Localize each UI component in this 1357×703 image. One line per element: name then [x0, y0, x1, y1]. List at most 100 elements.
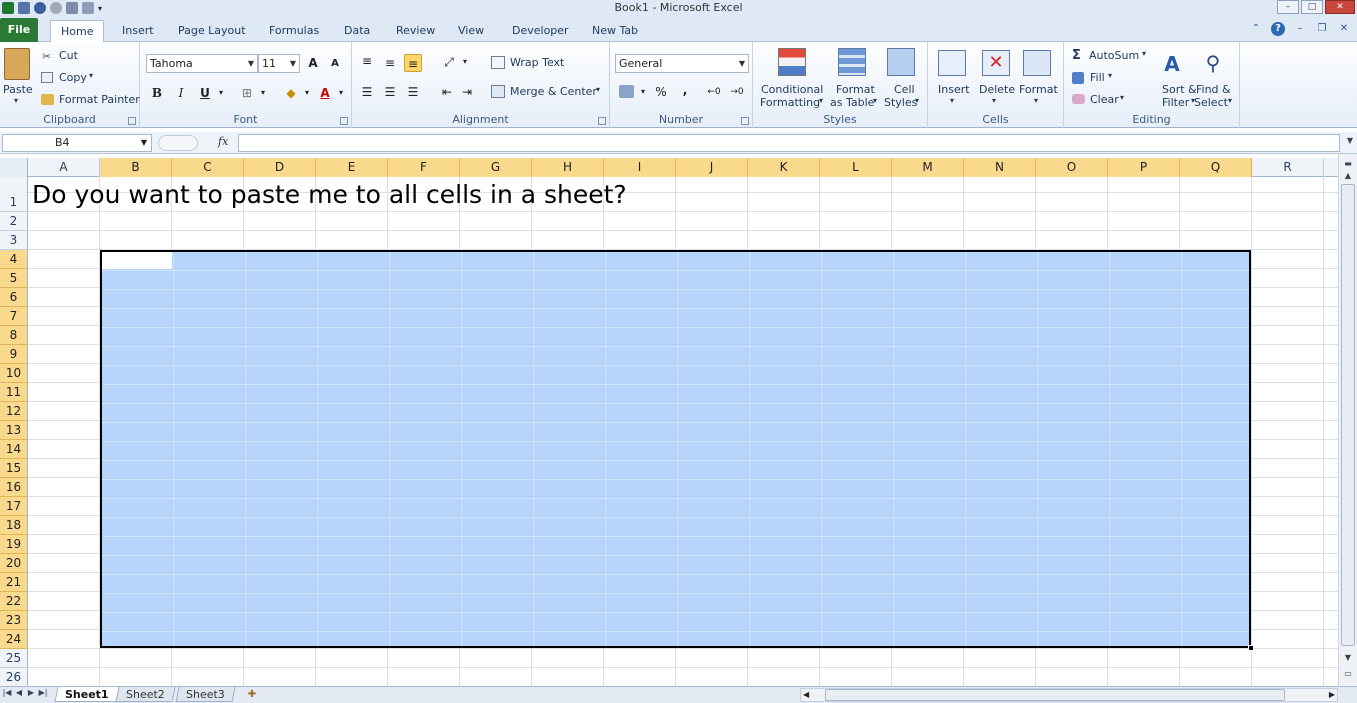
font-size-combo[interactable]: 11 ▼: [258, 54, 300, 73]
workbook-restore-icon[interactable]: ❐: [1315, 22, 1329, 36]
paste-icon[interactable]: [4, 48, 30, 80]
delete-cells-icon[interactable]: ✕: [982, 50, 1010, 76]
tab-home[interactable]: Home: [50, 20, 105, 43]
insert-function-button[interactable]: fx: [218, 135, 228, 148]
column-header-h[interactable]: H: [532, 158, 604, 177]
insert-chevron-icon[interactable]: ▾: [950, 96, 954, 105]
comma-style-button[interactable]: ,: [676, 81, 694, 99]
fill-color-chevron-icon[interactable]: ▾: [298, 84, 316, 102]
format-as-table-label-2[interactable]: as Table: [830, 96, 874, 109]
tab-new-tab[interactable]: New Tab: [582, 20, 648, 42]
first-sheet-icon[interactable]: |◀: [2, 688, 12, 697]
column-header-a[interactable]: A: [28, 158, 100, 177]
workbook-minimize-icon[interactable]: –: [1293, 22, 1307, 36]
sort-filter-icon[interactable]: A: [1158, 50, 1186, 78]
insert-cells-button[interactable]: Insert: [938, 83, 970, 96]
conditional-formatting-chevron-icon[interactable]: ▾: [819, 96, 823, 105]
format-as-table-icon[interactable]: [838, 48, 866, 76]
minimize-button[interactable]: –: [1277, 0, 1299, 14]
minimize-ribbon-icon[interactable]: ⌃: [1249, 22, 1263, 36]
column-header-d[interactable]: D: [244, 158, 316, 177]
column-header-g[interactable]: G: [460, 158, 532, 177]
row-header-18[interactable]: 18: [0, 516, 28, 535]
borders-chevron-icon[interactable]: ▾: [254, 84, 272, 102]
italic-button[interactable]: I: [172, 84, 190, 102]
row-header-22[interactable]: 22: [0, 592, 28, 611]
view-toggle-icon[interactable]: ▭: [1340, 666, 1356, 682]
row-header-15[interactable]: 15: [0, 459, 28, 478]
cell-styles-icon[interactable]: [887, 48, 915, 76]
format-painter-icon[interactable]: [41, 94, 54, 105]
column-header-k[interactable]: K: [748, 158, 820, 177]
tab-developer[interactable]: Developer: [502, 20, 579, 42]
align-bottom-icon[interactable]: ≡: [404, 54, 422, 72]
align-left-icon[interactable]: ☰: [358, 83, 376, 101]
row-header-23[interactable]: 23: [0, 611, 28, 630]
paste-chevron-icon[interactable]: ▾: [14, 96, 18, 105]
column-header-m[interactable]: M: [892, 158, 964, 177]
merge-chevron-icon[interactable]: ▾: [596, 85, 600, 94]
row-header-21[interactable]: 21: [0, 573, 28, 592]
cell-a1-text[interactable]: Do you want to paste me to all cells in …: [32, 181, 627, 209]
next-sheet-icon[interactable]: ▶: [26, 688, 36, 697]
fill-icon[interactable]: [1072, 72, 1084, 84]
font-name-combo[interactable]: Tahoma ▼: [146, 54, 258, 73]
autosum-icon[interactable]: Σ: [1072, 48, 1081, 63]
horizontal-scroll-thumb[interactable]: [825, 689, 1285, 701]
tab-file[interactable]: File: [0, 18, 38, 42]
fill-button[interactable]: Fill: [1090, 71, 1105, 84]
row-header-13[interactable]: 13: [0, 421, 28, 440]
decrease-indent-icon[interactable]: ⇤: [438, 83, 456, 101]
fill-handle[interactable]: [1248, 645, 1254, 651]
name-box[interactable]: B4 ▼: [2, 134, 152, 152]
font-color-chevron-icon[interactable]: ▾: [332, 84, 350, 102]
align-middle-icon[interactable]: ≡: [381, 54, 399, 72]
currency-chevron-icon[interactable]: ▾: [634, 83, 652, 101]
row-header-3[interactable]: 3: [0, 231, 28, 250]
sheet-tab-1[interactable]: Sheet1: [54, 687, 120, 702]
tab-insert[interactable]: Insert: [112, 20, 164, 42]
column-header-b[interactable]: B: [100, 158, 172, 177]
column-header-r[interactable]: R: [1252, 158, 1324, 177]
clear-button[interactable]: Clear: [1090, 93, 1119, 106]
row-header-16[interactable]: 16: [0, 478, 28, 497]
copy-chevron-icon[interactable]: ▾: [89, 71, 93, 80]
sort-filter-label-1[interactable]: Sort &: [1162, 83, 1197, 96]
clipboard-launcher-icon[interactable]: [128, 117, 136, 125]
percent-button[interactable]: %: [652, 83, 670, 101]
grow-font-button[interactable]: A: [304, 54, 322, 72]
format-cells-button[interactable]: Format: [1019, 83, 1058, 96]
row-header-8[interactable]: 8: [0, 326, 28, 345]
vertical-scrollbar[interactable]: ▬ ▲ ▼ ▭: [1338, 154, 1357, 686]
cell-styles-label-1[interactable]: Cell: [894, 83, 915, 96]
decrease-decimal-icon[interactable]: →0: [728, 83, 746, 101]
cut-button[interactable]: Cut: [59, 49, 78, 62]
last-sheet-icon[interactable]: ▶|: [38, 688, 48, 697]
merge-center-button[interactable]: Merge & Center: [510, 85, 597, 98]
scroll-down-icon[interactable]: ▼: [1340, 650, 1356, 666]
paste-button[interactable]: Paste: [3, 83, 33, 96]
fill-chevron-icon[interactable]: ▾: [1108, 71, 1112, 80]
column-header-l[interactable]: L: [820, 158, 892, 177]
conditional-formatting-label-1[interactable]: Conditional: [761, 83, 823, 96]
column-header-p[interactable]: P: [1108, 158, 1180, 177]
column-header-q[interactable]: Q: [1180, 158, 1252, 177]
shrink-font-button[interactable]: A: [326, 55, 344, 73]
find-select-chevron-icon[interactable]: ▾: [1228, 96, 1232, 105]
workbook-close-icon[interactable]: ✕: [1337, 22, 1351, 36]
scroll-up-icon[interactable]: ▲: [1340, 168, 1356, 184]
sheet-tab-3[interactable]: Sheet3: [175, 687, 236, 702]
wrap-text-button[interactable]: Wrap Text: [510, 56, 564, 69]
clear-chevron-icon[interactable]: ▾: [1120, 93, 1124, 102]
conditional-formatting-label-2[interactable]: Formatting: [760, 96, 820, 109]
tab-page-layout[interactable]: Page Layout: [168, 20, 256, 42]
row-header-12[interactable]: 12: [0, 402, 28, 421]
prev-sheet-icon[interactable]: ◀: [14, 688, 24, 697]
bold-button[interactable]: B: [148, 84, 166, 102]
increase-decimal-icon[interactable]: ←0: [705, 83, 723, 101]
orientation-chevron-icon[interactable]: ▾: [456, 53, 474, 71]
formula-input[interactable]: [238, 134, 1340, 152]
row-header-25[interactable]: 25: [0, 649, 28, 668]
row-header-9[interactable]: 9: [0, 345, 28, 364]
column-header-i[interactable]: I: [604, 158, 676, 177]
